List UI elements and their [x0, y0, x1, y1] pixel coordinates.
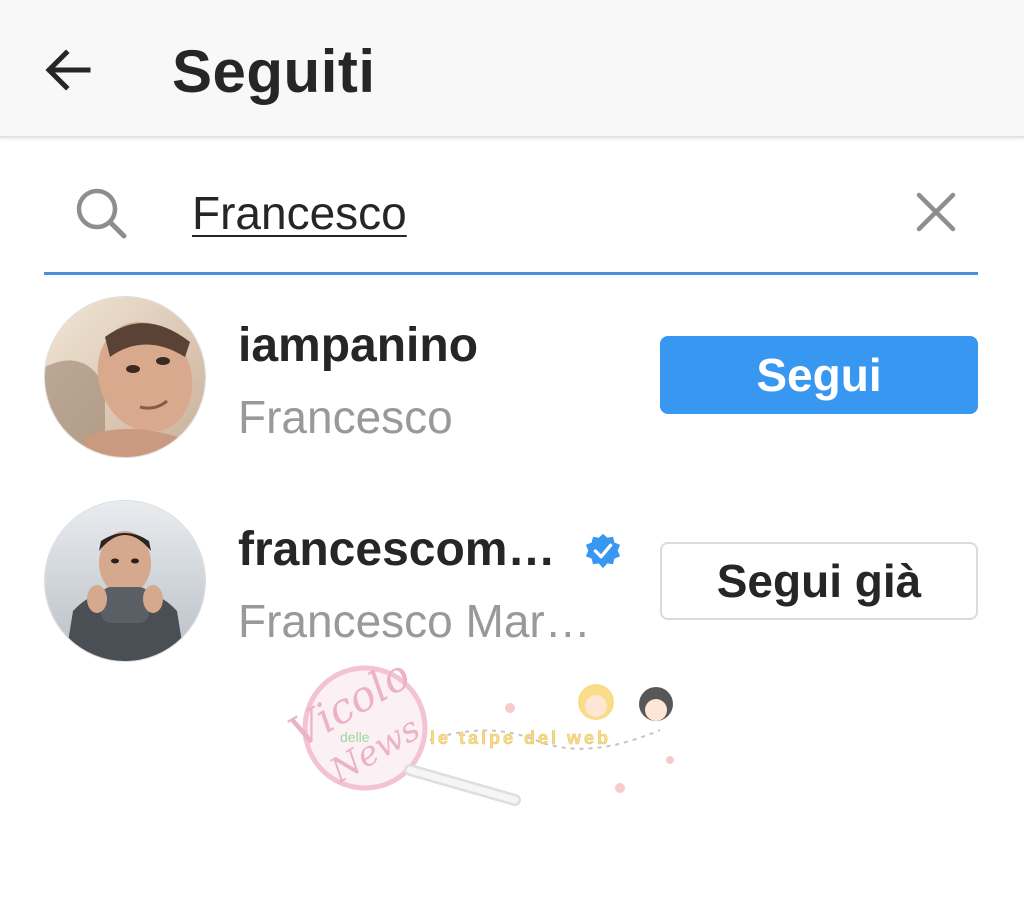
avatar — [44, 500, 206, 662]
search-bar — [44, 168, 978, 275]
full-name: Francesco — [238, 391, 453, 443]
list-item[interactable]: francescom… Francesco Mar… Segui già — [0, 498, 1024, 668]
username: iampanino — [238, 319, 479, 372]
username: francescom… — [238, 523, 556, 576]
svg-text:le talpe del web: le talpe del web — [430, 728, 611, 748]
search-icon — [76, 188, 127, 239]
page-title: Seguiti — [172, 38, 376, 105]
verified-badge-icon — [585, 533, 621, 569]
arrow-left-icon — [45, 49, 91, 91]
following-button[interactable]: Segui già — [660, 542, 978, 620]
list-item[interactable]: iampanino Francesco Segui — [0, 292, 1024, 462]
follow-button[interactable]: Segui — [660, 336, 978, 414]
close-icon — [916, 192, 956, 232]
full-name: Francesco Mar… — [238, 595, 591, 647]
clear-search-button[interactable] — [906, 182, 966, 242]
avatar — [44, 296, 206, 458]
back-button[interactable] — [36, 38, 100, 102]
watermark-logo: Vicolo delle News le talpe del web — [281, 660, 674, 806]
search-input[interactable] — [192, 178, 852, 248]
app-bar: Seguiti — [0, 0, 1024, 138]
